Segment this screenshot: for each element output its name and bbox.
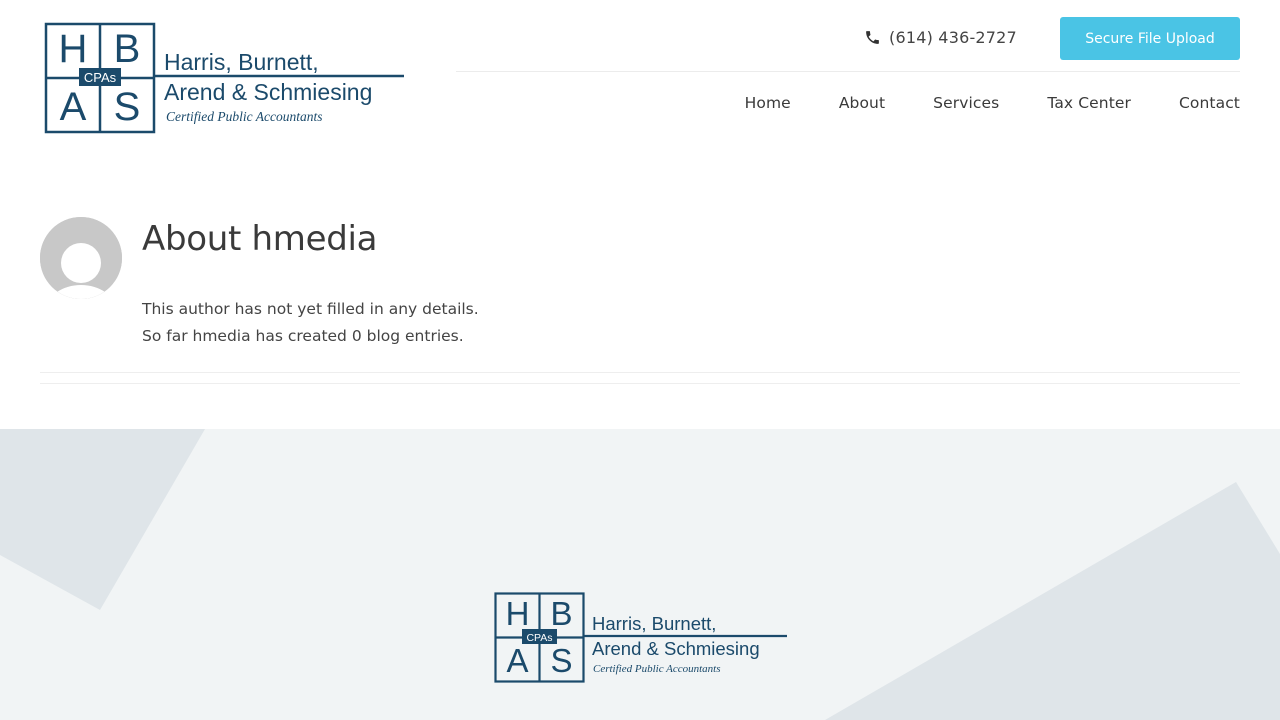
logo-name-line2: Arend & Schmiesing xyxy=(164,79,372,105)
header-divider xyxy=(456,71,1240,72)
main-nav: Home About Services Tax Center Contact xyxy=(745,94,1240,112)
logo-badge: CPAs xyxy=(84,70,117,85)
logo-letter-a: A xyxy=(60,85,87,129)
content-divider xyxy=(40,372,1240,373)
author-description: This author has not yet filled in any de… xyxy=(142,300,479,318)
logo-letter-s: S xyxy=(114,85,141,129)
site-logo[interactable]: H B A S CPAs Harris, Burnett, Arend & Sc… xyxy=(44,22,406,136)
phone-link[interactable]: (614) 436-2727 xyxy=(864,26,1017,48)
nav-services[interactable]: Services xyxy=(933,94,999,112)
nav-home[interactable]: Home xyxy=(745,94,791,112)
content-divider xyxy=(40,383,1240,384)
site-header: H B A S CPAs Harris, Burnett, Arend & Sc… xyxy=(0,0,1280,160)
footer-logo-letter-s: S xyxy=(550,642,572,679)
footer-logo-tagline: Certified Public Accountants xyxy=(593,663,721,675)
author-post-count: So far hmedia has created 0 blog entries… xyxy=(142,327,464,345)
phone-number: (614) 436-2727 xyxy=(889,27,1017,47)
user-silhouette-icon xyxy=(40,217,122,299)
logo-letter-b: B xyxy=(114,27,141,71)
logo-letter-h: H xyxy=(59,27,88,71)
logo-name-line1: Harris, Burnett, xyxy=(164,49,319,75)
logo-tagline: Certified Public Accountants xyxy=(166,109,322,124)
footer-logo[interactable]: H B A S CPAs Harris, Burnett, Arend & Sc… xyxy=(494,592,788,684)
nav-contact[interactable]: Contact xyxy=(1179,94,1240,112)
phone-icon xyxy=(866,30,879,44)
nav-tax-center[interactable]: Tax Center xyxy=(1047,94,1131,112)
footer-logo-letter-h: H xyxy=(506,595,530,632)
footer-logo-name-line2: Arend & Schmiesing xyxy=(592,638,760,659)
footer-logo-badge: CPAs xyxy=(526,632,552,644)
footer-logo-letter-b: B xyxy=(550,595,572,632)
secure-file-upload-button[interactable]: Secure File Upload xyxy=(1060,17,1240,60)
site-footer: H B A S CPAs Harris, Burnett, Arend & Sc… xyxy=(0,429,1280,720)
page-title: About hmedia xyxy=(142,219,378,259)
footer-logo-name-line1: Harris, Burnett, xyxy=(592,613,716,634)
footer-logo-letter-a: A xyxy=(506,642,528,679)
avatar xyxy=(40,217,122,299)
nav-about[interactable]: About xyxy=(839,94,885,112)
